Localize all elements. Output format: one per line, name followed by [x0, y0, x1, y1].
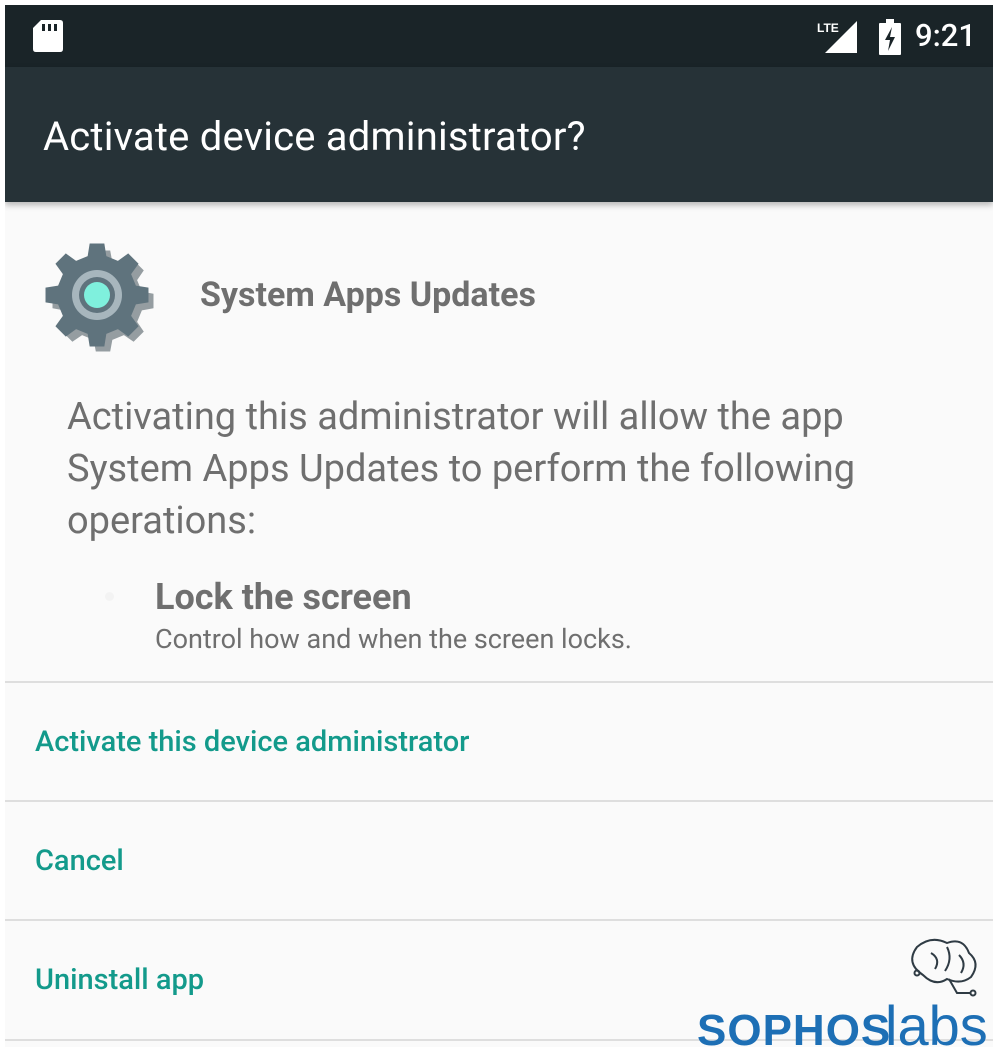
device-admin-screen: LTE 9:21 Activate device administrator? … — [5, 5, 993, 1047]
app-name: System Apps Updates — [200, 275, 536, 315]
sd-card-icon — [33, 20, 63, 52]
battery-charging-icon — [879, 19, 901, 55]
admin-description: Activating this administrator will allow… — [67, 395, 856, 543]
gear-icon — [45, 243, 154, 352]
policy-title: Lock the screen — [155, 576, 412, 618]
app-info: System Apps Updates — [45, 243, 945, 353]
status-bar: LTE 9:21 — [5, 5, 993, 67]
divider — [5, 681, 993, 683]
divider — [5, 800, 993, 802]
divider — [5, 919, 993, 921]
svg-text:labs: labs — [885, 994, 988, 1047]
status-time: 9:21 — [915, 17, 977, 54]
network-type-label: LTE — [817, 21, 839, 35]
page-title: Activate device administrator? — [43, 113, 586, 160]
uninstall-app-button[interactable]: Uninstall app — [35, 960, 204, 1000]
activate-admin-button[interactable]: Activate this device administrator — [35, 722, 469, 762]
bullet-icon — [105, 592, 114, 601]
policy-description: Control how and when the screen locks. — [155, 623, 632, 655]
sophoslabs-watermark-logo: SOPHOS labs — [697, 938, 988, 1047]
lte-signal-icon: LTE — [817, 21, 857, 53]
svg-text:SOPHOS: SOPHOS — [697, 1006, 891, 1047]
policy-item: Lock the screen Control how and when the… — [105, 575, 955, 657]
app-bar: Activate device administrator? — [5, 67, 993, 202]
cancel-button[interactable]: Cancel — [35, 841, 124, 881]
